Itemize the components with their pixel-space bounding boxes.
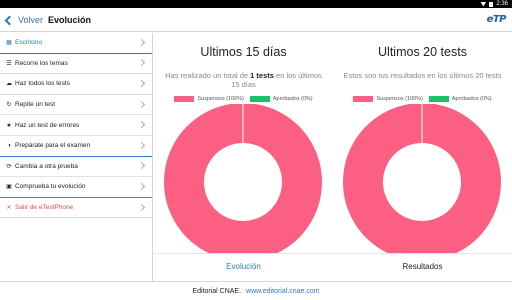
- top-bar: Volver Evolución eTP: [0, 8, 512, 32]
- tab-resultados[interactable]: Resultados: [333, 254, 512, 281]
- grid-icon: ▦: [6, 40, 12, 47]
- wifi-icon: [480, 1, 487, 7]
- legend-swatch: [353, 96, 374, 102]
- legend-label: Aprobados (0%): [451, 96, 492, 102]
- legend-label: Aprobados (0%): [272, 96, 313, 102]
- chevron-right-icon: [137, 203, 146, 211]
- half-circle-icon: ◑: [7, 142, 11, 149]
- panel-last-15-days: Ultimos 15 días Has realizado un total d…: [154, 33, 333, 254]
- legend-swatch: [249, 96, 270, 102]
- desc-text: Has realizado un total de: [165, 71, 251, 80]
- chevron-right-icon: [137, 141, 146, 149]
- panel-description: Has realizado un total de 1 tests en los…: [164, 71, 323, 89]
- sidebar-item-label: Haz todos los tests: [15, 80, 70, 88]
- sidebar-item-label: Salir de eTestPhone: [15, 204, 74, 212]
- sidebar-item-label: Repite un test: [15, 101, 56, 109]
- panel-description: Estos son tus resultados en los últimos …: [343, 71, 502, 80]
- sidebar-item-evolucion[interactable]: ▣ Comprueba tu evolución: [0, 177, 152, 198]
- legend-item-aprobados: Aprobados (0%): [428, 96, 492, 102]
- sidebar-item-salir[interactable]: ✕ Salir de eTestPhone: [0, 198, 152, 219]
- footer: Editorial CNAE. www.editorial.cnae.com: [0, 281, 512, 300]
- close-icon: ✕: [6, 205, 12, 212]
- sidebar-item-examen[interactable]: ◑ Prepárate para el examen: [0, 136, 152, 157]
- calendar-icon: ▣: [6, 184, 12, 191]
- star-icon: ★: [6, 122, 12, 129]
- panel-title: Ultimos 15 días: [200, 45, 287, 59]
- sidebar-item-cambia-prueba[interactable]: ⟳ Cambia a otra prueba: [0, 157, 152, 178]
- legend-label: Suspensos (100%): [376, 96, 423, 102]
- panel-last-20-tests: Ultimos 20 tests Estos son tus resultado…: [333, 33, 512, 254]
- tab-evolucion[interactable]: Evolución: [154, 254, 333, 281]
- sidebar-item-label: Cambia a otra prueba: [15, 162, 78, 170]
- chevron-left-icon: [4, 15, 15, 25]
- sidebar-item-label: Comprueba tu evolución: [15, 183, 86, 191]
- chevron-right-icon: [137, 38, 146, 46]
- sidebar-item-repite-test[interactable]: ↻ Repite un test: [0, 95, 152, 116]
- list-icon: ☰: [6, 60, 12, 67]
- page-title: Evolución: [48, 15, 92, 25]
- chevron-right-icon: [137, 100, 146, 108]
- footer-link[interactable]: www.editorial.cnae.com: [246, 288, 320, 295]
- chevron-right-icon: [137, 121, 146, 129]
- footer-editorial: Editorial CNAE.: [192, 287, 242, 295]
- chart-legend: Suspensos (100%) Aprobados (0%): [333, 96, 512, 102]
- cloud-icon: ☁: [6, 81, 12, 88]
- back-label: Volver: [18, 15, 44, 25]
- donut-chart: [164, 104, 322, 254]
- main-content: Ultimos 15 días Has realizado un total d…: [154, 33, 512, 281]
- status-bar: 2:36: [0, 0, 512, 8]
- sidebar-item-test-errores[interactable]: ★ Haz un test de errores: [0, 115, 152, 136]
- chart-legend: Suspensos (100%) Aprobados (0%): [154, 96, 333, 102]
- desc-bold: 1 tests: [250, 71, 274, 80]
- sidebar-item-label: Prepárate para el examen: [15, 142, 91, 150]
- legend-item-aprobados: Aprobados (0%): [249, 96, 313, 102]
- chevron-right-icon: [137, 162, 146, 170]
- refresh-icon: ↻: [6, 102, 12, 109]
- panel-title: Ultimos 20 tests: [378, 45, 467, 59]
- battery-icon: [489, 1, 494, 7]
- legend-swatch: [428, 96, 449, 102]
- bottom-tabs: Evolución Resultados: [154, 253, 512, 281]
- sidebar-item-label: Escritorio: [15, 39, 43, 47]
- legend-item-suspensos: Suspensos (100%): [353, 96, 423, 102]
- sidebar-item-label: Recorre los temas: [15, 59, 68, 67]
- back-button[interactable]: Volver: [3, 11, 43, 29]
- chevron-right-icon: [137, 79, 146, 88]
- sync-icon: ⟳: [6, 163, 12, 170]
- legend-item-suspensos: Suspensos (100%): [174, 96, 244, 102]
- legend-swatch: [174, 96, 195, 102]
- sidebar-menu: ▦ Escritorio ☰ Recorre los temas ☁ Haz t…: [0, 33, 153, 281]
- sidebar-item-recorre-temas[interactable]: ☰ Recorre los temas: [0, 54, 152, 75]
- sidebar-item-todos-tests[interactable]: ☁ Haz todos los tests: [0, 74, 152, 95]
- desc-text: Estos son tus resultados en los últimos …: [343, 71, 502, 80]
- status-clock: 2:36: [496, 1, 508, 7]
- chevron-right-icon: [137, 59, 146, 67]
- sidebar-item-escritorio[interactable]: ▦ Escritorio: [0, 33, 152, 54]
- donut-chart: [343, 104, 501, 254]
- legend-label: Suspensos (100%): [197, 96, 244, 102]
- app-logo: eTP: [486, 14, 507, 25]
- chevron-right-icon: [137, 182, 146, 190]
- sidebar-item-label: Haz un test de errores: [15, 121, 80, 129]
